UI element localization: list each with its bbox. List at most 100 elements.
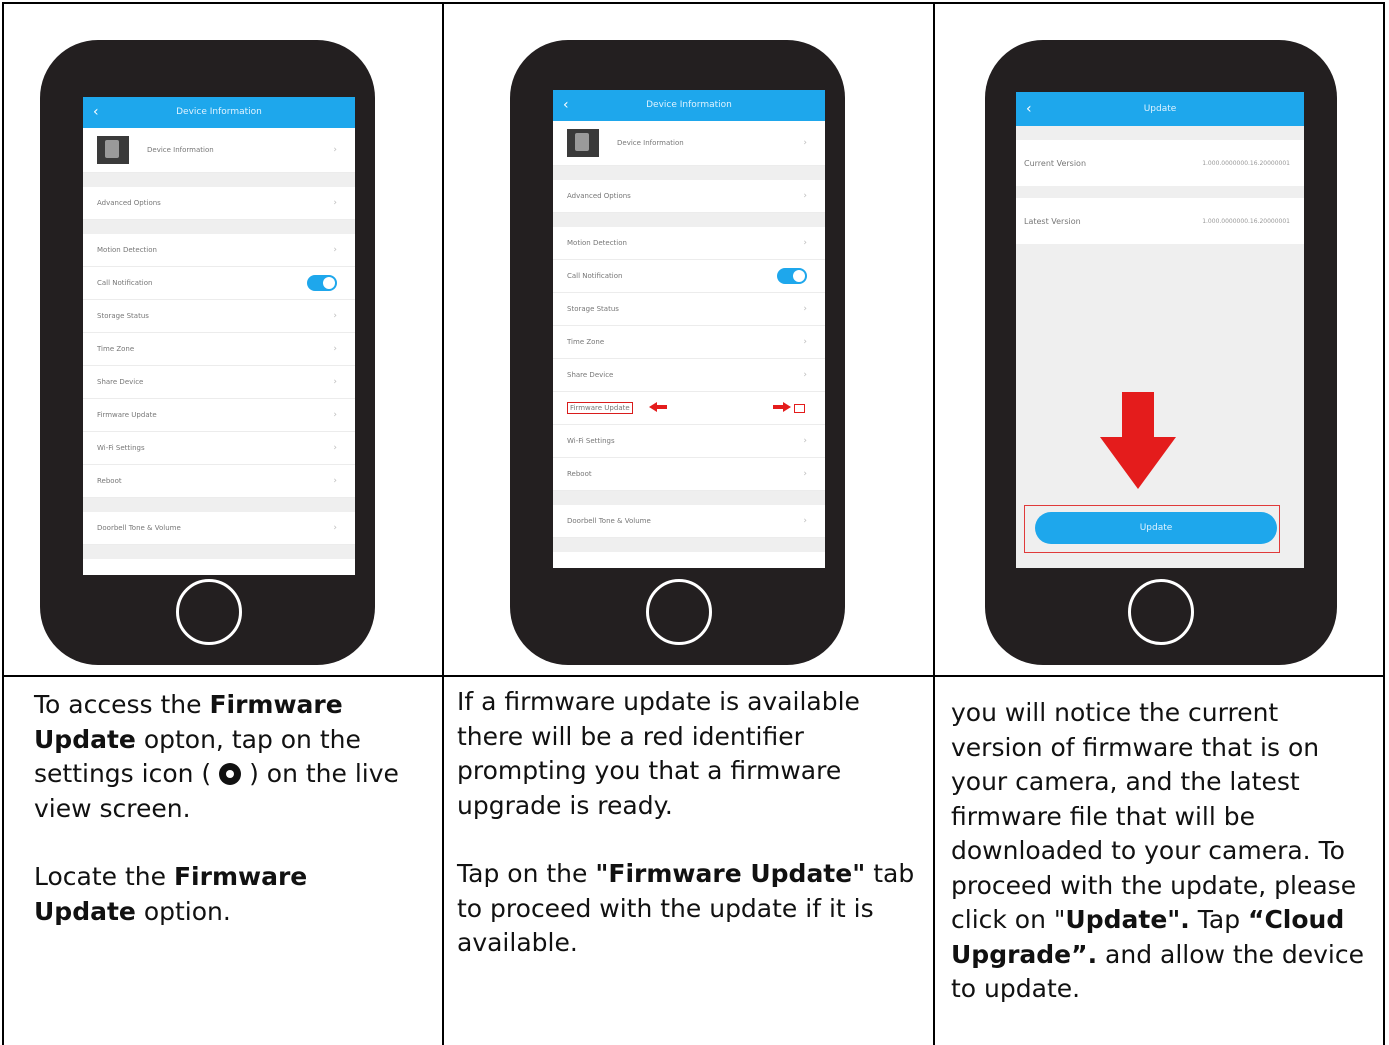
header-title: Update [1143,104,1177,114]
chevron-right-icon: › [333,344,337,354]
row-label: Time Zone [97,345,135,353]
settings-row-share[interactable]: Share Device › [83,366,355,399]
phone-mockup-2: ‹ Device Information Device Information … [510,40,845,665]
phone-screen: ‹ Update Current Version 1.000.0000000.1… [1016,92,1304,568]
phone-mockup-3: ‹ Update Current Version 1.000.0000000.1… [985,40,1337,665]
settings-row-firmware[interactable]: Firmware Update [553,392,825,425]
settings-row-wifi[interactable]: Wi-Fi Settings › [553,425,825,458]
row-label: Reboot [97,477,122,485]
row-label: Storage Status [97,312,149,320]
settings-row-advanced[interactable]: Advanced Options › [553,180,825,213]
device-info-label: Device Information [617,139,684,147]
settings-row-call[interactable]: Call Notification [553,260,825,293]
app-header: ‹ Update [1016,92,1304,126]
chevron-right-icon: › [333,311,337,321]
row-label: Call Notification [97,279,153,287]
app-header: ‹ Device Information [553,90,825,121]
update-highlight: Update [1024,505,1280,553]
firmware-update-label: Firmware Update [567,402,633,414]
settings-row-timezone[interactable]: Time Zone › [83,333,355,366]
settings-row-storage[interactable]: Storage Status › [83,300,355,333]
device-info-row[interactable]: Device Information › [83,128,355,173]
device-thumbnail [97,136,129,164]
section-gap [83,220,355,234]
chevron-right-icon: › [333,198,337,208]
chevron-right-icon: › [333,476,337,486]
phone-screen: ‹ Device Information Device Information … [553,90,825,568]
chevron-right-icon: › [803,337,807,347]
row-divider [2,675,1385,677]
device-info-row[interactable]: Device Information › [553,121,825,166]
back-icon[interactable]: ‹ [93,97,99,128]
section-gap [553,166,825,180]
row-label: Reboot [567,470,592,478]
text-run: To access the [34,690,210,719]
instruction-text-2: If a firmware update is available there … [457,685,927,961]
settings-row-call[interactable]: Call Notification [83,267,355,300]
settings-row-firmware[interactable]: Firmware Update › [83,399,355,432]
latest-version-label: Latest Version [1024,216,1081,226]
chevron-right-icon: › [803,516,807,526]
chevron-right-icon: › [333,377,337,387]
settings-row-motion[interactable]: Motion Detection › [83,234,355,267]
phone-screen: ‹ Device Information Device Information … [83,97,355,575]
settings-row-share[interactable]: Share Device › [553,359,825,392]
back-icon[interactable]: ‹ [1026,92,1032,126]
header-title: Device Information [176,107,262,117]
arrow-down-icon [1100,392,1176,492]
settings-row-doorbell[interactable]: Doorbell Tone & Volume › [553,505,825,538]
settings-row-doorbell[interactable]: Doorbell Tone & Volume › [83,512,355,545]
call-notification-toggle[interactable] [307,275,337,291]
settings-row-motion[interactable]: Motion Detection › [553,227,825,260]
back-icon[interactable]: ‹ [563,90,569,121]
row-label: Call Notification [567,272,623,280]
settings-row-reboot[interactable]: Reboot › [553,458,825,491]
settings-row-storage[interactable]: Storage Status › [553,293,825,326]
settings-row-advanced[interactable]: Advanced Options › [83,187,355,220]
row-label: Share Device [97,378,144,386]
row-label: Share Device [567,371,614,379]
settings-row-timezone[interactable]: Time Zone › [553,326,825,359]
chevron-right-icon: › [333,523,337,533]
text-bold: Update". [1065,905,1190,934]
chevron-right-icon: › [803,238,807,248]
section-gap [83,545,355,559]
chevron-right-icon: › [803,304,807,314]
chevron-right-icon: › [333,443,337,453]
row-label: Advanced Options [567,192,631,200]
settings-row-wifi[interactable]: Wi-Fi Settings › [83,432,355,465]
chevron-right-icon: › [333,410,337,420]
section-gap [553,491,825,505]
arrow-left-icon [649,402,667,412]
instruction-text-3: you will notice the current version of f… [951,696,1376,1007]
row-label: Storage Status [567,305,619,313]
row-label: Wi-Fi Settings [97,444,145,452]
home-button[interactable] [175,579,242,645]
column-divider [442,2,444,1045]
settings-row-reboot[interactable]: Reboot › [83,465,355,498]
chevron-right-icon: › [803,191,807,201]
text-run: Tap on the [457,859,596,888]
section-gap [553,538,825,552]
arrow-right-icon [773,402,791,412]
text-bold: "Firmware Update" [595,859,866,888]
home-button[interactable] [1128,579,1194,645]
latest-version-row: Latest Version 1.000.0000000.16.20000001 [1016,198,1304,244]
text-run: Locate the [34,862,174,891]
row-label: Doorbell Tone & Volume [567,517,651,525]
chevron-right-icon: › [803,138,807,148]
row-label: Advanced Options [97,199,161,207]
row-label: Motion Detection [97,246,157,254]
header-title: Device Information [646,100,732,110]
gear-icon [219,763,242,785]
home-button[interactable] [645,579,712,645]
update-button[interactable]: Update [1035,512,1277,544]
call-notification-toggle[interactable] [777,268,807,284]
text-run: you will notice the current version of f… [951,698,1357,934]
row-label: Time Zone [567,338,605,346]
update-indicator-icon [794,404,805,413]
chevron-right-icon: › [803,370,807,380]
instruction-text-1: To access the Firmware Update opton, tap… [34,688,414,929]
